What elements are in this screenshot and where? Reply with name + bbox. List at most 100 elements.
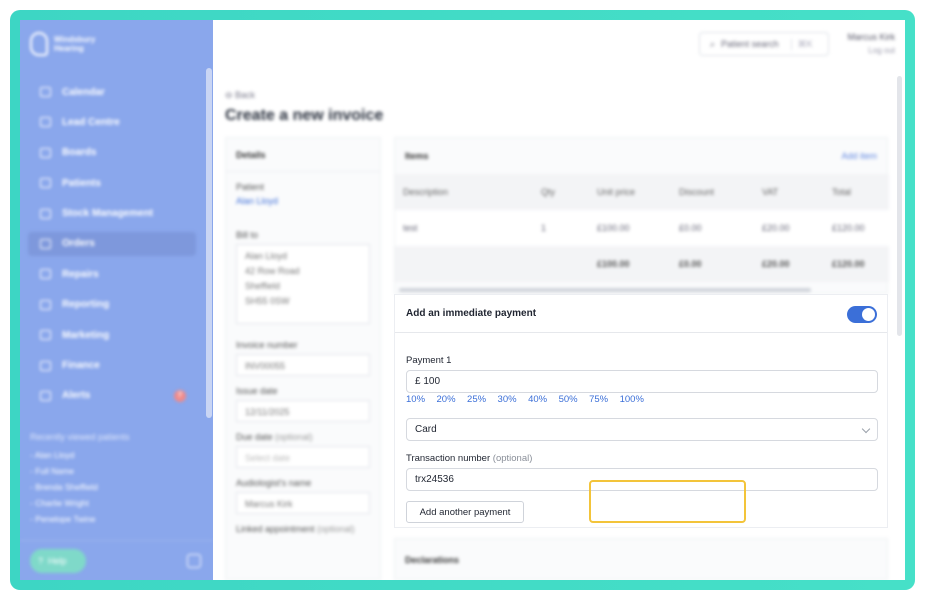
column-header: Qty	[541, 187, 556, 197]
main-content: ⌕ Patient search ⌘K Marcus Kirk Log out …	[213, 20, 905, 580]
help-label: Help	[48, 556, 67, 566]
items-header: Items	[405, 151, 429, 161]
column-header: VAT	[762, 187, 779, 197]
patient-label: Patient	[236, 182, 265, 192]
payment-method-select[interactable]: Card	[406, 418, 878, 441]
sidebar-footer: ? Help	[20, 540, 213, 580]
percentage-option[interactable]: 30%	[498, 394, 517, 405]
recent-patient-item[interactable]: - Charlie Wright	[30, 498, 130, 508]
calendar-icon	[40, 87, 51, 97]
recent-patients: Recently viewed patients - Alan Lloyd - …	[30, 432, 130, 530]
sidebar-item-boards[interactable]: Boards	[28, 141, 196, 165]
user-name[interactable]: Marcus Kirk	[847, 32, 895, 42]
percentage-option[interactable]: 25%	[467, 394, 486, 405]
patient-link[interactable]: Alan Lloyd	[236, 196, 370, 206]
sidebar-item-marketing[interactable]: Marketing	[28, 323, 196, 347]
highlight-box	[589, 480, 746, 523]
help-button[interactable]: ? Help	[30, 549, 86, 573]
patient-search-input[interactable]: ⌕ Patient search ⌘K	[699, 32, 829, 56]
brand-name-line2: Hearing	[54, 44, 84, 53]
search-placeholder: Patient search	[721, 39, 779, 49]
sidebar-item-stock-management[interactable]: Stock Management	[28, 202, 196, 226]
card-icon	[40, 360, 51, 371]
audiologist-label: Audiologist's name	[236, 478, 312, 488]
sidebar-item-label: Stock Management	[62, 208, 154, 220]
percentage-shortcuts: 10% 20% 25% 30% 40% 50% 75% 100%	[406, 394, 655, 405]
help-icon: ?	[38, 556, 44, 566]
column-header: Description	[403, 187, 449, 197]
patient-icon	[40, 178, 51, 189]
percentage-option[interactable]: 75%	[589, 394, 608, 405]
sidebar-item-label: Patients	[62, 177, 101, 189]
recent-patient-item[interactable]: - Brenda Sheffield	[30, 482, 130, 492]
page-title: Create a new invoice	[225, 107, 384, 124]
recent-patient-item[interactable]: - Full Name	[30, 466, 130, 476]
items-panel: Items Add item Description Qty Unit pric…	[394, 137, 889, 294]
sidebar-item-label: Marketing	[62, 329, 110, 341]
app-screen: Windsbury Hearing Calendar Lead Centre B…	[20, 20, 905, 580]
sidebar-item-repairs[interactable]: Repairs	[28, 262, 196, 286]
back-arrow-icon: ⊖	[225, 90, 236, 100]
orders-icon	[40, 238, 51, 249]
add-item-link[interactable]: Add item	[841, 151, 877, 161]
issue-date-field[interactable]: 12/11/2025	[236, 400, 370, 422]
invoice-number-field[interactable]: INV00055	[236, 354, 370, 376]
bill-to-field[interactable]: Alan Lloyd 42 Row Road Sheffield SH55 0S…	[236, 244, 370, 324]
search-shortcut: ⌘K	[790, 38, 813, 50]
sidebar-nav: Calendar Lead Centre Boards Patients Sto…	[28, 80, 196, 414]
search-icon: ⌕	[710, 38, 716, 49]
details-panel: Details Patient Alan Lloyd Bill to Alan …	[225, 137, 381, 580]
percentage-option[interactable]: 10%	[406, 394, 425, 405]
sidebar-item-label: Finance	[62, 360, 100, 372]
collapse-sidebar-icon[interactable]	[187, 554, 201, 568]
brand-logo[interactable]: Windsbury Hearing	[30, 32, 95, 56]
totals-row: £100.00 £0.00 £20.00 £120.00	[395, 246, 889, 282]
due-date-field[interactable]: Select date	[236, 446, 370, 468]
page-scrollbar[interactable]	[897, 76, 902, 336]
sidebar-item-finance[interactable]: Finance	[28, 354, 196, 378]
percentage-option[interactable]: 40%	[528, 394, 547, 405]
column-header: Total	[832, 187, 852, 197]
sidebar: Windsbury Hearing Calendar Lead Centre B…	[20, 20, 213, 580]
payment-method-value: Card	[415, 424, 437, 435]
column-header: Discount	[679, 187, 715, 197]
sidebar-item-orders[interactable]: Orders	[28, 231, 196, 256]
sidebar-item-label: Calendar	[62, 86, 105, 98]
percentage-option[interactable]: 20%	[437, 394, 456, 405]
sidebar-scrollbar[interactable]	[206, 68, 212, 418]
sidebar-item-alerts[interactable]: Alerts 7	[28, 384, 196, 408]
sidebar-item-label: Lead Centre	[62, 116, 120, 128]
sidebar-item-patients[interactable]: Patients	[28, 171, 196, 195]
wrench-icon	[40, 269, 51, 280]
recent-patient-item[interactable]: - Penelope Twine	[30, 514, 130, 524]
linked-appointment-label: Linked appointment (optional)	[236, 524, 355, 534]
stock-icon	[40, 208, 51, 219]
chart-icon	[40, 299, 51, 310]
bill-to-label: Bill to	[236, 230, 259, 240]
declarations-header: Declarations	[405, 555, 460, 565]
screenshot-frame: Windsbury Hearing Calendar Lead Centre B…	[10, 10, 915, 590]
logout-link[interactable]: Log out	[868, 46, 895, 55]
declarations-panel: Declarations	[394, 538, 888, 580]
sidebar-item-label: Repairs	[62, 268, 99, 280]
payment-amount-input[interactable]: £ 100	[406, 370, 878, 393]
column-header: Unit price	[597, 187, 636, 197]
recent-patient-item[interactable]: - Alan Lloyd	[30, 450, 130, 460]
add-another-payment-button[interactable]: Add another payment	[406, 501, 524, 523]
due-date-label: Due date (optional)	[236, 432, 313, 442]
immediate-payment-toggle[interactable]	[847, 306, 877, 323]
sidebar-item-calendar[interactable]: Calendar	[28, 80, 196, 104]
table-row[interactable]: test 1 £100.00 £0.00 £20.00 £120.00	[395, 210, 889, 246]
sidebar-item-lead-centre[interactable]: Lead Centre	[28, 110, 196, 134]
percentage-option[interactable]: 100%	[620, 394, 644, 405]
percentage-option[interactable]: 50%	[559, 394, 578, 405]
transaction-number-label: Transaction number (optional)	[406, 453, 533, 464]
brand-name-line1: Windsbury	[54, 35, 96, 44]
back-link[interactable]: ⊖ Back	[225, 90, 255, 101]
sidebar-item-reporting[interactable]: Reporting	[28, 293, 196, 317]
board-icon	[40, 147, 51, 158]
audiologist-field[interactable]: Marcus Kirk	[236, 492, 370, 514]
items-horizontal-scrollbar[interactable]	[399, 288, 811, 292]
top-bar: ⌕ Patient search ⌘K Marcus Kirk Log out	[213, 20, 905, 72]
immediate-payment-header: Add an immediate payment	[406, 308, 537, 319]
